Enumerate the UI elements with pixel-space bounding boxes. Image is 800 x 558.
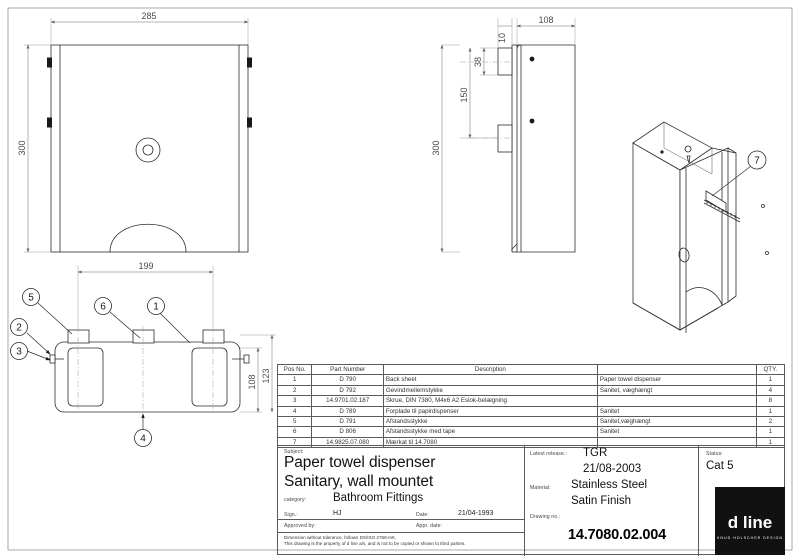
sign-label: Sign.: [284, 512, 298, 518]
cell-desc: Afstandsstykke med tape [382, 426, 598, 438]
parts-list-table: Pos No. Part Number Description QTY. 1 D… [276, 363, 786, 449]
dim-123: 123 [261, 368, 271, 383]
header-description: Description [382, 363, 598, 376]
cell-pos: 6 [276, 426, 313, 438]
cell-pos: 1 [276, 374, 313, 386]
date-value: 21/04-1993 [458, 510, 494, 517]
drawing-no-label: Drawing no.: [530, 514, 561, 520]
dim-108-plan: 108 [247, 374, 257, 389]
drawing-no-value: 14.7080.02.004 [568, 527, 666, 543]
category-value: Bathroom Fittings [333, 492, 424, 504]
cell-pos: 5 [276, 416, 313, 428]
dim-150: 150 [459, 87, 469, 102]
cell-qty: 1 [755, 426, 786, 438]
cell-desc2: Sanitet [596, 426, 757, 438]
balloon-4-label: 4 [140, 434, 146, 445]
plan-section-geometry [48, 326, 250, 413]
cell-pos: 2 [276, 384, 313, 397]
title-block-divider-1 [524, 446, 525, 556]
fineprint-line-2: This drawing is the property of d line a… [284, 541, 466, 546]
appr-date-label: Appr. date: [416, 523, 443, 529]
cell-part: D 806 [311, 426, 384, 438]
approved-by-label: Approved by: [284, 523, 316, 529]
status-value: Cat 5 [706, 460, 734, 472]
cell-desc: Back sheet [382, 374, 598, 386]
sign-value: HJ [333, 510, 342, 517]
cell-part: D 792 [311, 384, 384, 397]
material-line-1: Stainless Steel [571, 479, 648, 491]
cell-part: D 791 [311, 416, 384, 428]
latest-release-label: Latest release.: [530, 451, 568, 457]
title-block: Subject: Paper towel dispenser Sanitary,… [277, 445, 785, 556]
side-elevation-geometry [497, 44, 576, 253]
dim-300-side: 300 [431, 140, 441, 155]
title-block-divider-3 [278, 519, 524, 520]
isometric-geometry [632, 121, 769, 333]
dim-199: 199 [138, 261, 153, 271]
table-row: 3 14.9701.02.187 Skrue, DIN 7380, M4x6 A… [276, 395, 786, 407]
front-elevation-geometry [47, 44, 252, 253]
header-qty: QTY. [755, 363, 786, 376]
cell-desc: Afstandsstykke [382, 416, 598, 428]
cell-part: 14.9701.02.187 [311, 395, 384, 407]
latest-release-date: 21/08-2003 [583, 463, 642, 475]
cell-desc2: Sanitet, væghængt [596, 384, 757, 397]
balloon-6-label: 6 [100, 302, 106, 313]
latest-release-value: TGR [583, 447, 608, 459]
title-block-divider-2 [698, 446, 699, 556]
dim-285: 285 [141, 11, 156, 21]
cell-qty: 4 [755, 384, 786, 397]
balloon-3-label: 3 [16, 347, 22, 358]
balloon-5-label: 5 [28, 293, 34, 304]
d-line-logo: d line KNUD HOLSCHER DESIGN [715, 487, 785, 555]
table-row: 1 D 790 Back sheet Paper towel dispenser… [276, 374, 786, 386]
cell-desc2 [596, 395, 757, 407]
table-row: 6 D 806 Afstandsstykke med tape Sanitet … [276, 426, 786, 438]
cell-qty: 1 [755, 374, 786, 386]
header-description-2 [596, 363, 757, 376]
balloon-7-label: 7 [754, 156, 760, 167]
dim-300-front: 300 [17, 140, 27, 155]
cell-desc: Skrue, DIN 7380, M4x6 A2 Eslok-belægning [382, 395, 598, 407]
header-pos-no: Pos No. [276, 363, 313, 376]
category-label: category: [284, 497, 307, 503]
cell-qty: 1 [755, 405, 786, 418]
material-line-2: Satin Finish [571, 495, 632, 507]
table-header-row: Pos No. Part Number Description QTY. [276, 363, 786, 376]
table-row: 2 D 792 Gevindmellemstykke Sanitet, vægh… [276, 384, 786, 397]
dim-108-side: 108 [538, 15, 553, 25]
header-part-number: Part Number [311, 363, 384, 376]
cell-pos: 4 [276, 405, 313, 418]
balloon-2-label: 2 [16, 323, 22, 334]
title-block-divider-4 [278, 532, 524, 533]
cell-desc: Gevindmellemstykke [382, 384, 598, 397]
cell-qty: 8 [755, 395, 786, 407]
table-row: 4 D 789 Forplade til papirdispenser Sani… [276, 405, 786, 418]
cell-desc2: Sanitet [596, 405, 757, 418]
material-label: Material: [530, 485, 551, 491]
logo-tagline: KNUD HOLSCHER DESIGN [717, 536, 783, 540]
logo-wordmark: d line [727, 513, 773, 532]
cell-desc: Forplade til papirdispenser [382, 405, 598, 418]
balloon-1-label: 1 [153, 302, 159, 313]
cell-part: D 789 [311, 405, 384, 418]
cell-desc2: Sanitet,væghængt [596, 416, 757, 428]
drawing-sheet: 285 300 108 10 38 150 300 199 108 123 5 … [0, 0, 800, 558]
date-label: Date: [416, 512, 429, 518]
status-label: Status: [706, 451, 723, 457]
cell-part: D 790 [311, 374, 384, 386]
subject-line-2: Sanitary, wall mountet [284, 473, 434, 490]
table-row: 5 D 791 Afstandsstykke Sanitet,væghængt … [276, 416, 786, 428]
cell-qty: 2 [755, 416, 786, 428]
subject-line-1: Paper towel dispenser [284, 454, 436, 471]
cell-pos: 3 [276, 395, 313, 407]
dim-10: 10 [497, 33, 507, 43]
cell-desc2: Paper towel dispenser [596, 374, 757, 386]
